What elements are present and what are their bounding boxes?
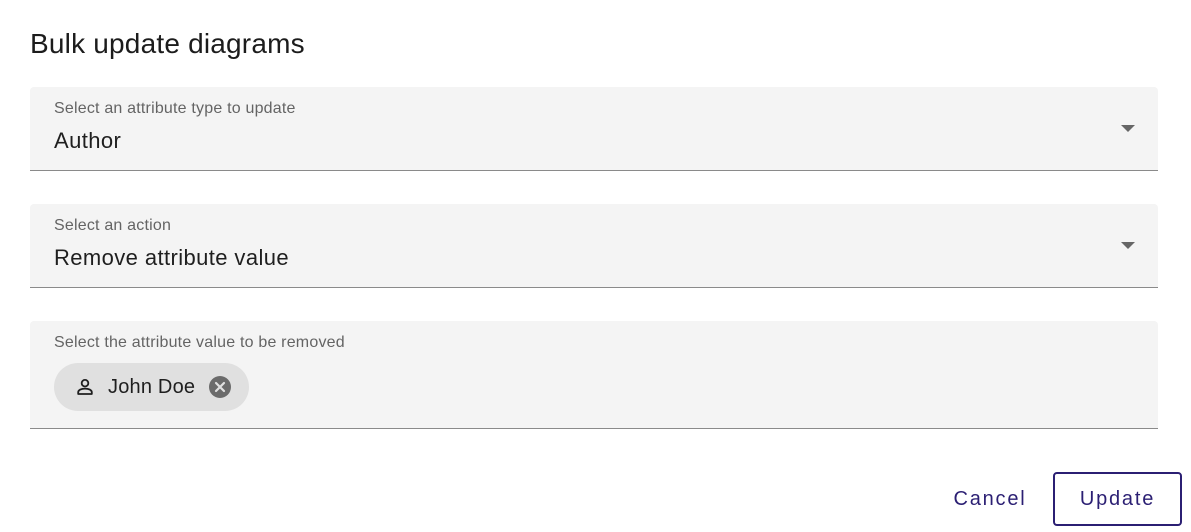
cancel-button[interactable]: Cancel	[938, 472, 1042, 526]
cancel-circle-icon[interactable]	[209, 376, 232, 398]
bulk-update-dialog: Bulk update diagrams Select an attribute…	[0, 0, 1191, 532]
attribute-value-chip[interactable]: John Doe	[54, 363, 250, 411]
attribute-value-chip-input[interactable]: Select the attribute value to be removed…	[30, 321, 1158, 429]
action-value: Remove attribute value	[54, 245, 290, 270]
update-button[interactable]: Update	[1053, 472, 1182, 526]
attribute-type-label: Select an attribute type to update	[54, 100, 296, 117]
action-label: Select an action	[54, 217, 172, 234]
dropdown-arrow-icon[interactable]	[1121, 125, 1135, 132]
dialog-title: Bulk update diagrams	[30, 28, 305, 59]
chip-label: John Doe	[108, 375, 196, 398]
person-outline-icon	[76, 378, 94, 396]
dropdown-arrow-icon[interactable]	[1121, 242, 1135, 249]
attribute-value-label: Select the attribute value to be removed	[54, 334, 345, 351]
attribute-type-value: Author	[54, 128, 122, 153]
attribute-type-select[interactable]: Select an attribute type to update Autho…	[30, 87, 1158, 171]
action-select[interactable]: Select an action Remove attribute value	[30, 204, 1158, 288]
